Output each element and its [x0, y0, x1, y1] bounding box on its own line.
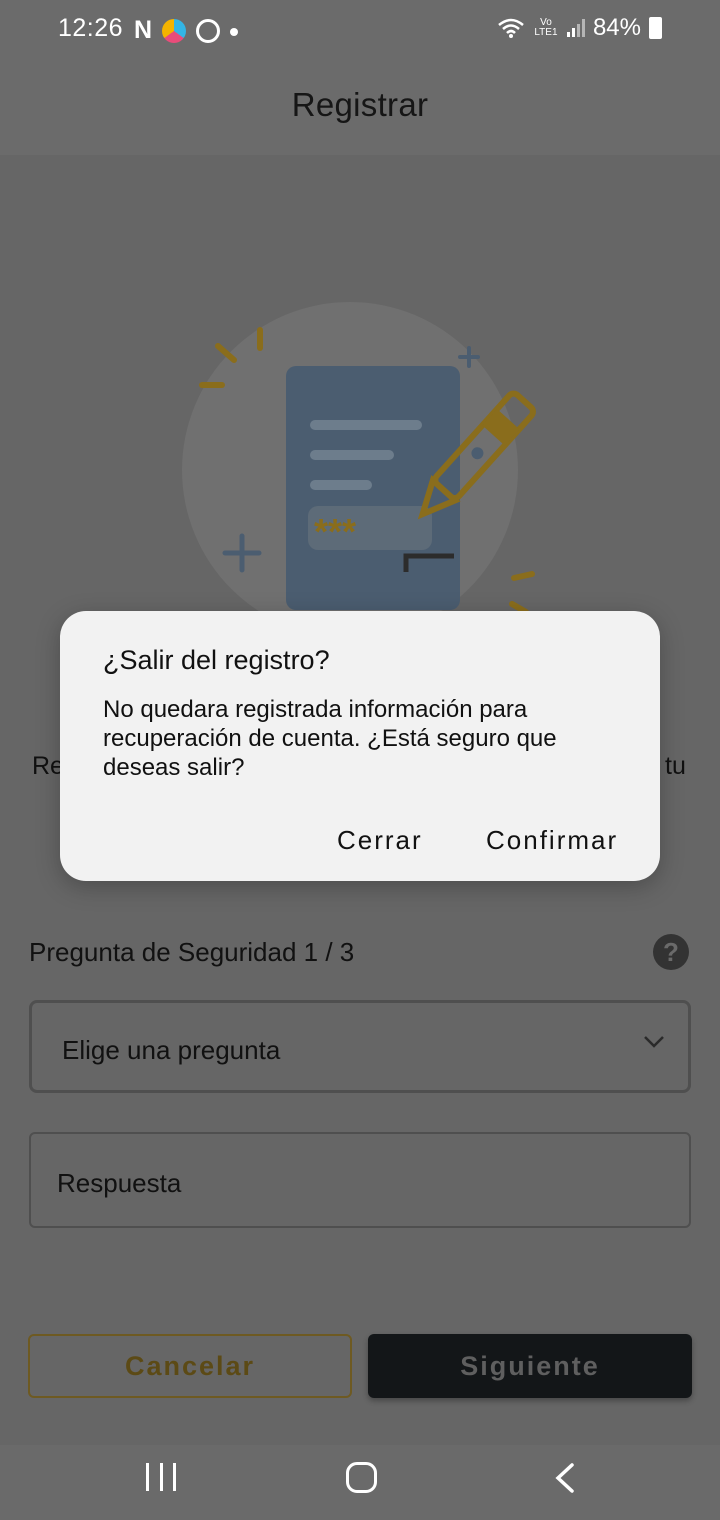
netflix-n-icon: N [134, 16, 153, 44]
signal-icon [566, 19, 585, 37]
volte-icon: Vo LTE1 [534, 17, 558, 38]
status-bar: 12:26 N Vo LTE1 84% [0, 0, 720, 58]
answer-placeholder: Respuesta [57, 1168, 182, 1198]
security-illustration: *** [182, 302, 536, 620]
home-icon[interactable] [346, 1462, 377, 1493]
wifi-icon [498, 18, 524, 38]
security-question-select[interactable]: Elige una pregunta [29, 1000, 691, 1093]
notification-icons: N [134, 16, 239, 45]
help-icon[interactable]: ? [653, 934, 689, 970]
description-text-end: tu [665, 752, 686, 780]
dialog-message: No quedara registrada información para r… [103, 696, 557, 781]
dialog-title: ¿Salir del registro? [103, 645, 330, 675]
battery-percent: 84% [592, 14, 641, 41]
answer-input[interactable]: Respuesta [29, 1132, 691, 1228]
battery-charging-icon [649, 17, 662, 39]
back-icon[interactable] [552, 1463, 578, 1493]
exit-confirmation-dialog: ¿Salir del registro? No quedara registra… [60, 611, 660, 881]
dot-icon [230, 27, 239, 36]
security-question-label: Pregunta de Seguridad 1 / 3 [29, 937, 355, 967]
edge-browser-icon [162, 18, 187, 43]
page-title: Registrar [291, 86, 429, 123]
recents-icon[interactable] [146, 1463, 176, 1491]
password-mask: *** [314, 511, 356, 552]
confirm-button[interactable]: Confirmar [486, 825, 618, 856]
next-button[interactable]: Siguiente [368, 1334, 692, 1398]
recycle-icon [196, 18, 221, 43]
close-button[interactable]: Cerrar [337, 825, 423, 856]
system-status: Vo LTE1 84% [497, 14, 662, 42]
select-placeholder: Elige una pregunta [62, 1035, 281, 1065]
status-time: 12:26 [58, 14, 124, 42]
cancel-button[interactable]: Cancelar [28, 1334, 352, 1398]
chevron-down-icon [644, 1036, 664, 1048]
